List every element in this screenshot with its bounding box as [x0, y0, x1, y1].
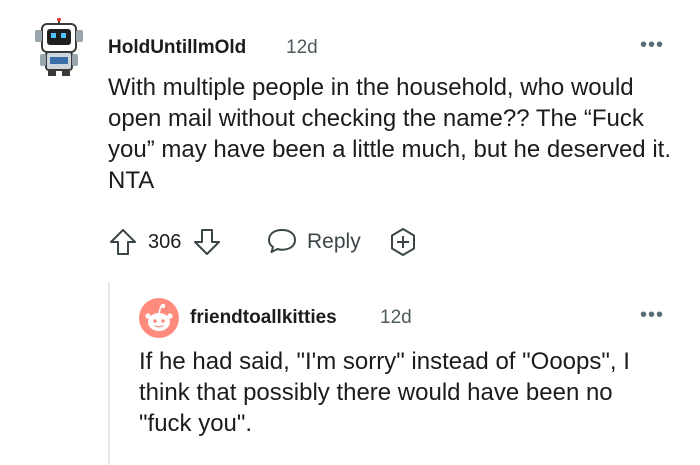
reply-timestamp: 12d: [380, 307, 412, 328]
reply-button[interactable]: Reply: [307, 230, 361, 254]
comment-body: With multiple people in the household, w…: [108, 74, 671, 194]
thread-line[interactable]: [108, 282, 110, 465]
user-avatar-robot-icon[interactable]: [28, 18, 84, 78]
speech-bubble-icon[interactable]: [266, 227, 298, 255]
comment-timestamp: 12d: [286, 37, 318, 58]
reply-overflow-menu-icon[interactable]: •••: [640, 304, 664, 327]
reply-body: If he had said, "I'm sorry" instead of "…: [139, 348, 630, 437]
comment-username[interactable]: HoldUntillmOld: [108, 37, 246, 59]
user-avatar-snoo-icon[interactable]: [139, 298, 179, 338]
award-plus-icon[interactable]: [387, 226, 419, 258]
downvote-arrow-icon[interactable]: [192, 227, 222, 257]
reply-username[interactable]: friendtoallkitties: [190, 307, 337, 329]
comment-overflow-menu-icon[interactable]: •••: [640, 34, 664, 57]
vote-score: 306: [148, 231, 182, 253]
upvote-arrow-icon[interactable]: [108, 227, 138, 257]
